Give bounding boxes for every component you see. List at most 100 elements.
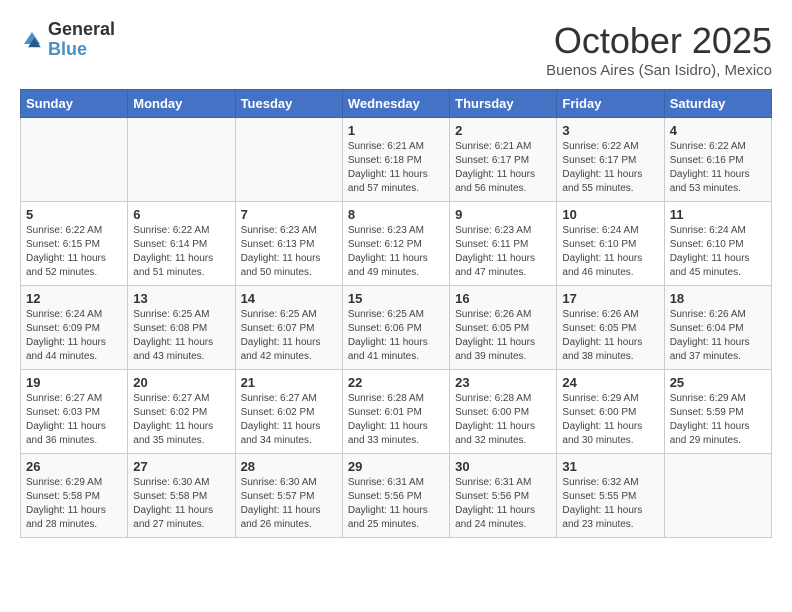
title-block: October 2025 Buenos Aires (San Isidro), …: [546, 20, 772, 79]
day-number: 1: [348, 123, 444, 138]
day-info: Sunrise: 6:29 AM Sunset: 6:00 PM Dayligh…: [562, 392, 658, 448]
calendar-cell: 6Sunrise: 6:22 AM Sunset: 6:14 PM Daylig…: [128, 202, 235, 286]
day-number: 27: [133, 459, 229, 474]
day-info: Sunrise: 6:24 AM Sunset: 6:10 PM Dayligh…: [670, 224, 766, 280]
day-number: 21: [241, 375, 337, 390]
day-number: 9: [455, 207, 551, 222]
calendar-week-1: 1 Sunrise: 6:21 AM Sunset: 6:18 PM Daylig…: [21, 118, 772, 202]
day-info: Sunrise: 6:31 AM Sunset: 5:56 PM Dayligh…: [348, 476, 444, 532]
day-info: Sunrise: 6:27 AM Sunset: 6:02 PM Dayligh…: [133, 392, 229, 448]
calendar-cell: [664, 454, 771, 538]
day-number: 18: [670, 291, 766, 306]
day-number: 11: [670, 207, 766, 222]
calendar-week-4: 19Sunrise: 6:27 AM Sunset: 6:03 PM Dayli…: [21, 370, 772, 454]
day-info: Sunrise: 6:23 AM Sunset: 6:11 PM Dayligh…: [455, 224, 551, 280]
day-number: 4: [670, 123, 766, 138]
day-info: Sunrise: 6:29 AM Sunset: 5:59 PM Dayligh…: [670, 392, 766, 448]
calendar-cell: [21, 118, 128, 202]
logo-blue-text: Blue: [48, 40, 115, 60]
calendar-cell: 16 Sunrise: 6:26 AM Sunset: 6:05 PM Dayli…: [450, 286, 557, 370]
day-info: Sunrise: 6:22 AM Sunset: 6:15 PM Dayligh…: [26, 224, 122, 280]
calendar-cell: 18 Sunrise: 6:26 AM Sunset: 6:04 PM Dayli…: [664, 286, 771, 370]
calendar-week-5: 26Sunrise: 6:29 AM Sunset: 5:58 PM Dayli…: [21, 454, 772, 538]
calendar-cell: 15 Sunrise: 6:25 AM Sunset: 6:06 PM Dayli…: [342, 286, 449, 370]
day-info: Sunrise: 6:26 AM Sunset: 6:05 PM Dayligh…: [455, 308, 551, 364]
day-number: 7: [241, 207, 337, 222]
day-info: Sunrise: 6:28 AM Sunset: 6:00 PM Dayligh…: [455, 392, 551, 448]
day-info: Sunrise: 6:28 AM Sunset: 6:01 PM Dayligh…: [348, 392, 444, 448]
column-header-saturday: Saturday: [664, 90, 771, 118]
day-number: 30: [455, 459, 551, 474]
calendar-cell: 28 Sunrise: 6:30 AM Sunset: 5:57 PM Dayli…: [235, 454, 342, 538]
calendar-cell: 25 Sunrise: 6:29 AM Sunset: 5:59 PM Dayli…: [664, 370, 771, 454]
calendar-cell: 8Sunrise: 6:23 AM Sunset: 6:12 PM Daylig…: [342, 202, 449, 286]
day-info: Sunrise: 6:22 AM Sunset: 6:14 PM Dayligh…: [133, 224, 229, 280]
day-number: 13: [133, 291, 229, 306]
day-info: Sunrise: 6:32 AM Sunset: 5:55 PM Dayligh…: [562, 476, 658, 532]
day-info: Sunrise: 6:23 AM Sunset: 6:13 PM Dayligh…: [241, 224, 337, 280]
day-info: Sunrise: 6:26 AM Sunset: 6:04 PM Dayligh…: [670, 308, 766, 364]
month-title: October 2025: [546, 20, 772, 62]
day-number: 3: [562, 123, 658, 138]
calendar-cell: [128, 118, 235, 202]
calendar-cell: 12Sunrise: 6:24 AM Sunset: 6:09 PM Dayli…: [21, 286, 128, 370]
day-number: 12: [26, 291, 122, 306]
day-info: Sunrise: 6:22 AM Sunset: 6:17 PM Dayligh…: [562, 140, 658, 196]
calendar-cell: 1 Sunrise: 6:21 AM Sunset: 6:18 PM Daylig…: [342, 118, 449, 202]
logo: General Blue: [20, 20, 115, 60]
calendar-cell: 21 Sunrise: 6:27 AM Sunset: 6:02 PM Dayli…: [235, 370, 342, 454]
day-number: 2: [455, 123, 551, 138]
logo-general-text: General: [48, 20, 115, 40]
column-header-wednesday: Wednesday: [342, 90, 449, 118]
calendar-cell: 20 Sunrise: 6:27 AM Sunset: 6:02 PM Dayli…: [128, 370, 235, 454]
day-info: Sunrise: 6:26 AM Sunset: 6:05 PM Dayligh…: [562, 308, 658, 364]
column-header-tuesday: Tuesday: [235, 90, 342, 118]
day-number: 19: [26, 375, 122, 390]
day-number: 14: [241, 291, 337, 306]
calendar-cell: 7 Sunrise: 6:23 AM Sunset: 6:13 PM Daylig…: [235, 202, 342, 286]
calendar-table: SundayMondayTuesdayWednesdayThursdayFrid…: [20, 89, 772, 538]
day-number: 28: [241, 459, 337, 474]
day-number: 25: [670, 375, 766, 390]
calendar-cell: 4Sunrise: 6:22 AM Sunset: 6:16 PM Daylig…: [664, 118, 771, 202]
logo-icon: [20, 28, 44, 52]
day-number: 31: [562, 459, 658, 474]
day-number: 15: [348, 291, 444, 306]
day-info: Sunrise: 6:25 AM Sunset: 6:07 PM Dayligh…: [241, 308, 337, 364]
day-info: Sunrise: 6:25 AM Sunset: 6:08 PM Dayligh…: [133, 308, 229, 364]
day-number: 29: [348, 459, 444, 474]
calendar-cell: 11 Sunrise: 6:24 AM Sunset: 6:10 PM Dayli…: [664, 202, 771, 286]
page-header: General Blue October 2025 Buenos Aires (…: [20, 20, 772, 79]
day-info: Sunrise: 6:24 AM Sunset: 6:10 PM Dayligh…: [562, 224, 658, 280]
day-info: Sunrise: 6:27 AM Sunset: 6:02 PM Dayligh…: [241, 392, 337, 448]
calendar-cell: 30 Sunrise: 6:31 AM Sunset: 5:56 PM Dayli…: [450, 454, 557, 538]
day-info: Sunrise: 6:21 AM Sunset: 6:18 PM Dayligh…: [348, 140, 444, 196]
calendar-cell: 5Sunrise: 6:22 AM Sunset: 6:15 PM Daylig…: [21, 202, 128, 286]
column-header-sunday: Sunday: [21, 90, 128, 118]
calendar-cell: 23 Sunrise: 6:28 AM Sunset: 6:00 PM Dayli…: [450, 370, 557, 454]
day-number: 23: [455, 375, 551, 390]
day-info: Sunrise: 6:31 AM Sunset: 5:56 PM Dayligh…: [455, 476, 551, 532]
calendar-week-2: 5Sunrise: 6:22 AM Sunset: 6:15 PM Daylig…: [21, 202, 772, 286]
day-number: 20: [133, 375, 229, 390]
calendar-cell: [235, 118, 342, 202]
day-info: Sunrise: 6:25 AM Sunset: 6:06 PM Dayligh…: [348, 308, 444, 364]
calendar-cell: 14 Sunrise: 6:25 AM Sunset: 6:07 PM Dayli…: [235, 286, 342, 370]
calendar-cell: 29 Sunrise: 6:31 AM Sunset: 5:56 PM Dayli…: [342, 454, 449, 538]
day-number: 22: [348, 375, 444, 390]
calendar-cell: 19Sunrise: 6:27 AM Sunset: 6:03 PM Dayli…: [21, 370, 128, 454]
day-number: 17: [562, 291, 658, 306]
day-number: 16: [455, 291, 551, 306]
calendar-cell: 17 Sunrise: 6:26 AM Sunset: 6:05 PM Dayli…: [557, 286, 664, 370]
location-subtitle: Buenos Aires (San Isidro), Mexico: [546, 62, 772, 79]
day-info: Sunrise: 6:21 AM Sunset: 6:17 PM Dayligh…: [455, 140, 551, 196]
calendar-week-3: 12Sunrise: 6:24 AM Sunset: 6:09 PM Dayli…: [21, 286, 772, 370]
day-info: Sunrise: 6:30 AM Sunset: 5:57 PM Dayligh…: [241, 476, 337, 532]
calendar-cell: 9 Sunrise: 6:23 AM Sunset: 6:11 PM Daylig…: [450, 202, 557, 286]
calendar-cell: 26Sunrise: 6:29 AM Sunset: 5:58 PM Dayli…: [21, 454, 128, 538]
calendar-cell: 27 Sunrise: 6:30 AM Sunset: 5:58 PM Dayli…: [128, 454, 235, 538]
day-number: 26: [26, 459, 122, 474]
day-info: Sunrise: 6:30 AM Sunset: 5:58 PM Dayligh…: [133, 476, 229, 532]
calendar-cell: 10Sunrise: 6:24 AM Sunset: 6:10 PM Dayli…: [557, 202, 664, 286]
calendar-cell: 2 Sunrise: 6:21 AM Sunset: 6:17 PM Daylig…: [450, 118, 557, 202]
